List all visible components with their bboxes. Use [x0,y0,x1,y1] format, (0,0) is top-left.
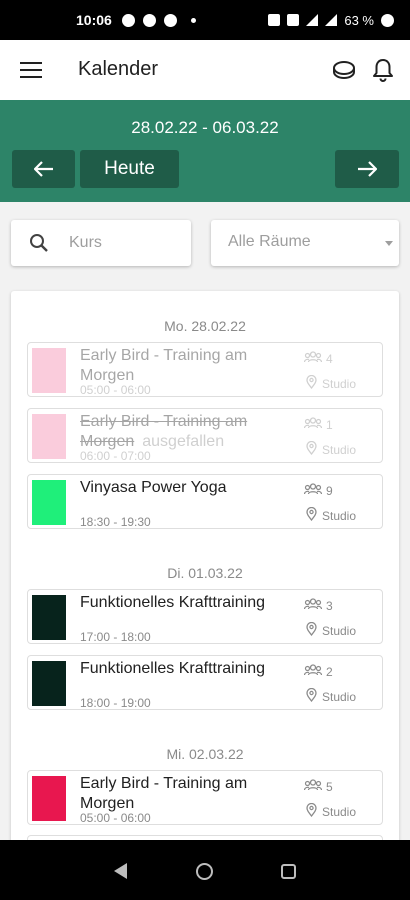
nfc-icon [268,14,281,26]
course-item[interactable]: Early Bird - Training am Morgen ausgefall… [27,408,383,463]
course-time: 18:00 - 19:00 [80,696,151,710]
people-icon [303,779,323,794]
week-navigation: 28.02.22 - 06.03.22 Heute [0,100,410,202]
search-input[interactable] [69,232,179,254]
room-name: Studio [322,442,357,457]
location-pin-icon [306,506,317,524]
people-icon [303,351,323,366]
course-name: Funktionelles Krafttraining [80,594,265,611]
course-time: 18:30 - 19:30 [80,515,151,529]
capacity-count: 3 [326,598,333,613]
course-room: Studio [306,621,357,639]
back-icon[interactable] [114,863,127,879]
day-header: Mi. 02.03.22 [166,746,244,762]
room-name: Studio [322,623,357,638]
app-bar: Kalender [0,40,410,100]
credits-icon[interactable] [332,59,356,81]
system-navigation-bar [0,840,410,900]
course-item[interactable]: Early Bird - Training am Morgen 05:00 - 0… [27,770,383,825]
course-name: Early Bird - Training am Morgen [80,775,248,812]
capacity-count: 4 [326,351,333,366]
location-pin-icon [306,802,317,820]
next-week-button[interactable] [335,150,399,188]
course-time: 05:00 - 06:00 [80,383,151,397]
page-title: Kalender [78,58,159,80]
notification-icon [121,13,135,27]
capacity-count: 9 [326,483,333,498]
people-icon [303,483,323,498]
day-header: Di. 01.03.22 [167,565,243,581]
capacity-count: 1 [326,417,333,432]
more-notifications-icon [190,17,196,23]
recent-apps-icon[interactable] [281,864,296,879]
room-select[interactable]: Alle Räume [211,220,399,266]
course-item[interactable]: Early Bird - Training am Morgen 05:00 - 0… [27,342,383,397]
course-name: Funktionelles Krafttraining [80,660,265,677]
menu-icon[interactable] [20,62,42,78]
wifi-icon [306,14,319,26]
location-icon [163,13,177,27]
previous-week-button[interactable] [12,150,75,188]
room-name: Studio [322,376,357,391]
course-name: Vinyasa Power Yoga [80,479,227,496]
course-capacity: 2 [303,664,333,679]
course-color-swatch [32,348,66,393]
course-item[interactable]: Funktionelles Krafttraining 17:00 - 18:00… [27,589,383,644]
course-list: Mo. 28.02.22 Early Bird - Training am Mor… [11,291,399,851]
home-icon[interactable] [196,863,213,880]
vibrate-icon [287,14,300,26]
course-room: Studio [306,506,357,524]
room-name: Studio [322,689,357,704]
course-room: Studio [306,374,357,392]
course-time: 05:00 - 06:00 [80,811,151,825]
room-name: Studio [322,508,357,523]
today-button[interactable]: Heute [80,150,179,188]
location-pin-icon [306,374,317,392]
arrow-right-icon [358,161,377,177]
course-time: 17:00 - 18:00 [80,630,151,644]
status-time: 10:06 [76,12,112,28]
signal-icon [325,14,338,26]
day-header: Mo. 28.02.22 [164,318,246,334]
course-capacity: 5 [303,779,333,794]
people-icon [303,598,323,613]
arrow-left-icon [33,161,53,177]
course-time: 06:00 - 07:00 [80,449,151,463]
room-select-value: Alle Räume [228,233,311,250]
week-range: 28.02.22 - 06.03.22 [131,118,279,137]
course-color-swatch [32,595,66,640]
chevron-down-icon [385,241,393,246]
course-item[interactable]: Funktionelles Krafttraining 18:00 - 19:00… [27,655,383,710]
course-capacity: 9 [303,483,333,498]
battery-percent: 63 % [344,12,374,28]
room-name: Studio [322,804,357,819]
cancelled-badge: ausgefallen [142,433,225,450]
battery-icon [381,13,394,27]
location-pin-icon [306,440,317,458]
notification-icon [142,13,156,27]
course-capacity: 3 [303,598,333,613]
course-name: Early Bird - Training am Morgen ausgefall… [80,412,280,452]
course-room: Studio [306,440,357,458]
people-icon [303,417,323,432]
search-icon [30,234,48,252]
bell-icon[interactable] [371,57,395,83]
course-room: Studio [306,802,357,820]
people-icon [303,664,323,679]
course-name: Early Bird - Training am Morgen [80,347,248,384]
capacity-count: 2 [326,664,333,679]
course-item[interactable]: Vinyasa Power Yoga 18:30 - 19:30 9 Studio [27,474,383,529]
course-room: Studio [306,687,357,705]
course-color-swatch [32,776,66,821]
status-bar: 10:06 63 % [0,0,410,40]
location-pin-icon [306,687,317,705]
capacity-count: 5 [326,779,333,794]
course-capacity: 4 [303,351,333,366]
course-color-swatch [32,414,66,459]
course-capacity: 1 [303,417,333,432]
course-color-swatch [32,480,66,525]
course-color-swatch [32,661,66,706]
location-pin-icon [306,621,317,639]
course-search[interactable] [11,220,191,266]
